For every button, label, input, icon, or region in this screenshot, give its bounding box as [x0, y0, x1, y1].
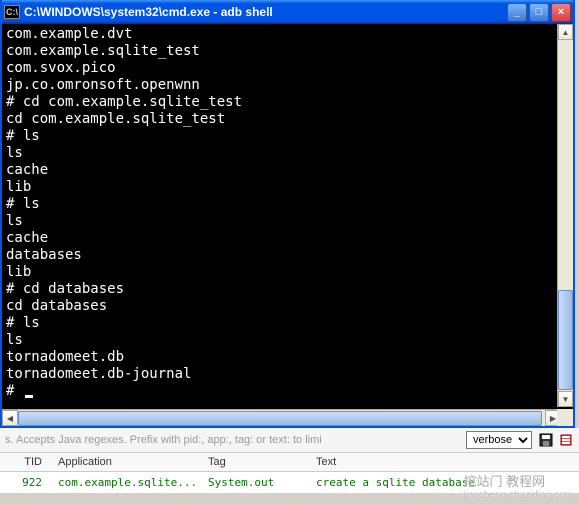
- terminal-line: lib: [6, 179, 569, 196]
- logcat-panel: s. Accepts Java regexes. Prefix with pid…: [0, 428, 579, 493]
- save-icon[interactable]: [538, 432, 554, 448]
- scroll-down-button[interactable]: ▼: [558, 391, 573, 407]
- col-header-tag[interactable]: Tag: [200, 456, 308, 468]
- terminal-line: # ls: [6, 196, 569, 213]
- horizontal-scrollbar[interactable]: ◀ ▶: [2, 409, 561, 426]
- terminal-line: # ls: [6, 315, 569, 332]
- scroll-thumb[interactable]: [558, 290, 573, 390]
- log-tag: System.out: [200, 476, 308, 489]
- log-app: com.example.sqlite...: [50, 476, 200, 489]
- terminal-line: cd com.example.sqlite_test: [6, 111, 569, 128]
- filter-row: s. Accepts Java regexes. Prefix with pid…: [0, 428, 579, 453]
- log-text: create a sqlite database: [308, 476, 579, 489]
- col-header-app[interactable]: Application: [50, 456, 200, 468]
- filter-icons: [538, 432, 574, 448]
- scroll-thumb-h[interactable]: [18, 411, 542, 426]
- terminal-output[interactable]: com.example.dvt com.example.sqlite_test …: [2, 24, 573, 407]
- cmd-icon: C:\: [4, 5, 20, 19]
- close-button[interactable]: ×: [551, 3, 571, 22]
- scroll-up-button[interactable]: ▲: [558, 24, 573, 40]
- terminal-line: # cd databases: [6, 281, 569, 298]
- log-level-select[interactable]: verbose: [466, 431, 532, 449]
- scroll-left-button[interactable]: ◀: [2, 410, 18, 426]
- prompt-text: #: [6, 383, 23, 399]
- col-header-tid[interactable]: TID: [0, 456, 50, 468]
- terminal-line: com.svox.pico: [6, 60, 569, 77]
- title-bar[interactable]: C:\ C:\WINDOWS\system32\cmd.exe - adb sh…: [2, 0, 573, 24]
- terminal-prompt: #: [6, 383, 569, 400]
- terminal-line: ls: [6, 145, 569, 162]
- scrollbar-corner: [557, 409, 573, 426]
- terminal-line: lib: [6, 264, 569, 281]
- terminal-line: jp.co.omronsoft.openwnn: [6, 77, 569, 94]
- window-controls: _ □ ×: [507, 3, 571, 22]
- terminal-line: cache: [6, 230, 569, 247]
- terminal-line: cache: [6, 162, 569, 179]
- terminal-line: cd databases: [6, 298, 569, 315]
- vertical-scrollbar[interactable]: ▲ ▼: [557, 24, 573, 407]
- terminal-line: tornadomeet.db: [6, 349, 569, 366]
- terminal-line: ls: [6, 213, 569, 230]
- col-header-text[interactable]: Text: [308, 456, 579, 468]
- terminal-line: tornadomeet.db-journal: [6, 366, 569, 383]
- terminal-line: com.example.dvt: [6, 26, 569, 43]
- terminal-line: # cd com.example.sqlite_test: [6, 94, 569, 111]
- window-title: C:\WINDOWS\system32\cmd.exe - adb shell: [24, 5, 507, 19]
- terminal-line: # ls: [6, 128, 569, 145]
- log-row[interactable]: 922 com.example.sqlite... System.out cre…: [0, 472, 579, 493]
- log-tid: 922: [0, 476, 50, 489]
- terminal-line: databases: [6, 247, 569, 264]
- cmd-window: C:\ C:\WINDOWS\system32\cmd.exe - adb sh…: [0, 0, 575, 428]
- log-header: TID Application Tag Text: [0, 453, 579, 472]
- terminal-line: com.example.sqlite_test: [6, 43, 569, 60]
- clear-icon[interactable]: [558, 432, 574, 448]
- terminal-line: ls: [6, 332, 569, 349]
- filter-hint: s. Accepts Java regexes. Prefix with pid…: [5, 434, 460, 446]
- cursor: [25, 395, 33, 398]
- minimize-button[interactable]: _: [507, 3, 527, 22]
- maximize-button[interactable]: □: [529, 3, 549, 22]
